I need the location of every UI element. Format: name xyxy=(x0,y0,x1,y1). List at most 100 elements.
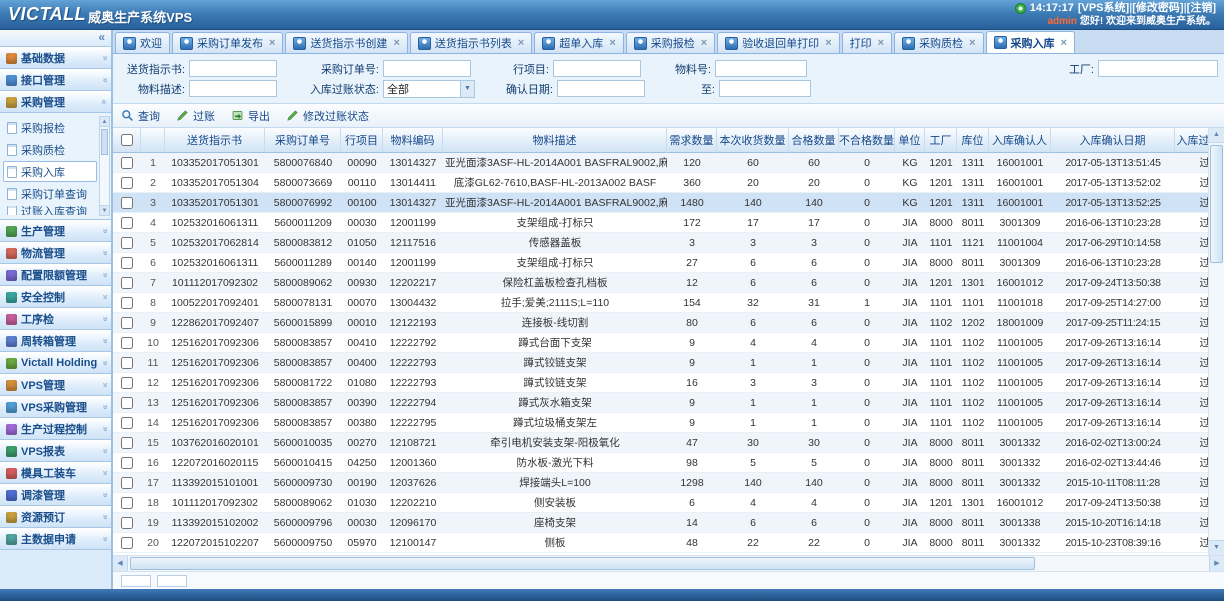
posting-status-select[interactable]: 全部▼ xyxy=(383,80,475,98)
table-row[interactable]: 1810111201709230258000890620103012202210… xyxy=(113,493,1208,513)
line-item-input[interactable] xyxy=(553,60,641,77)
export-button[interactable]: 导出 xyxy=(231,108,270,124)
table-row[interactable]: 1612207201602011556000104150425012001360… xyxy=(113,453,1208,473)
row-checkbox[interactable] xyxy=(121,217,133,229)
table-row[interactable]: 912286201709240756000158990001012122193连… xyxy=(113,313,1208,333)
row-checkbox[interactable] xyxy=(121,537,133,549)
sidebar-collapse-icon[interactable]: « xyxy=(98,30,105,44)
select-all-checkbox[interactable] xyxy=(121,134,133,146)
table-row[interactable]: 1510376201602010156000100350027012108721… xyxy=(113,433,1208,453)
tab-close-icon[interactable]: × xyxy=(701,37,707,49)
sidebar-group-vps-reports[interactable]: VPS报表« xyxy=(0,440,111,462)
sidebar-item-posting-receipt-query[interactable]: 过账入库查询 xyxy=(3,205,97,216)
table-row[interactable]: 2012207201510220756000097500597012100147… xyxy=(113,533,1208,553)
table-row[interactable]: 710111201709230258000890620093012202217保… xyxy=(113,273,1208,293)
row-checkbox[interactable] xyxy=(121,457,133,469)
sidebar-group-production-process-control[interactable]: 生产过程控制« xyxy=(0,418,111,440)
plant-input[interactable] xyxy=(1098,60,1218,77)
row-checkbox[interactable] xyxy=(121,377,133,389)
table-row[interactable]: 1711339201510100156000097300019012037626… xyxy=(113,473,1208,493)
table-row[interactable]: 1012516201709230658000838570041012222792… xyxy=(113,333,1208,353)
sidebar-group-safety-control[interactable]: 安全控制« xyxy=(0,286,111,308)
submenu-scroll-up-icon[interactable]: ▲ xyxy=(100,117,109,127)
sidebar-group-interface-mgmt[interactable]: 接口管理« xyxy=(0,69,111,91)
tab-close-icon[interactable]: × xyxy=(518,37,524,49)
sidebar-group-purchase-mgmt[interactable]: 采购管理« xyxy=(0,91,111,113)
table-row[interactable]: 810052201709240158000781310007013004432拉… xyxy=(113,293,1208,313)
table-row[interactable]: 1412516201709230658000838570038012222795… xyxy=(113,413,1208,433)
modify-posting-status-button[interactable]: 修改过账状态 xyxy=(286,108,369,124)
tab-purchase-order-release[interactable]: 采购订单发布× xyxy=(172,32,283,53)
scroll-up-button[interactable]: ▲ xyxy=(1209,128,1224,143)
material-desc-input[interactable] xyxy=(189,80,277,97)
sidebar-group-master-data-request[interactable]: 主数据申请« xyxy=(0,528,111,550)
tab-close-icon[interactable]: × xyxy=(825,37,831,49)
sidebar-group-process-inspection[interactable]: 工序检« xyxy=(0,308,111,330)
row-checkbox[interactable] xyxy=(121,517,133,529)
tab-welcome[interactable]: 欢迎 xyxy=(115,32,170,53)
table-row[interactable]: 410253201606131156000112090003012001199支… xyxy=(113,213,1208,233)
table-row[interactable]: 1312516201709230658000838570039012222794… xyxy=(113,393,1208,413)
submenu-scrollbar[interactable]: ▲▼ xyxy=(99,116,110,216)
confirm-date-to-input[interactable] xyxy=(719,80,811,97)
sidebar-group-logistics-mgmt[interactable]: 物流管理« xyxy=(0,242,111,264)
row-checkbox[interactable] xyxy=(121,357,133,369)
row-checkbox[interactable] xyxy=(121,297,133,309)
pager-control[interactable] xyxy=(157,575,187,587)
sidebar-group-victall-holding[interactable]: Victall Holding« xyxy=(0,352,111,374)
row-checkbox[interactable] xyxy=(121,177,133,189)
tab-print[interactable]: 打印× xyxy=(842,32,892,53)
table-row[interactable]: 510253201706281458000838120105012117516传… xyxy=(113,233,1208,253)
row-checkbox[interactable] xyxy=(121,317,133,329)
header-link-1[interactable]: [修改密码] xyxy=(1132,2,1183,14)
tab-close-icon[interactable]: × xyxy=(1061,37,1067,49)
horizontal-scrollbar[interactable]: ◀ ▶ xyxy=(113,555,1224,571)
sidebar-group-resource-booking[interactable]: 资源预订« xyxy=(0,506,111,528)
table-row[interactable]: 210335201705130458000736690011013014411底… xyxy=(113,173,1208,193)
table-row[interactable]: 1112516201709230658000838570040012222793… xyxy=(113,353,1208,373)
row-checkbox[interactable] xyxy=(121,437,133,449)
tab-delivery-note-list[interactable]: 送货指示书列表× xyxy=(410,32,532,53)
sidebar-item-purchase-receipt[interactable]: 采购入库 xyxy=(3,161,97,182)
tab-purchase-quality[interactable]: 采购质检× xyxy=(894,32,983,53)
table-row[interactable]: 1212516201709230658000817220108012222793… xyxy=(113,373,1208,393)
sidebar-group-quota-config-mgmt[interactable]: 配置限额管理« xyxy=(0,264,111,286)
horizontal-scrollbar-thumb[interactable] xyxy=(130,557,1035,570)
tab-close-icon[interactable]: × xyxy=(269,37,275,49)
pager-control[interactable] xyxy=(121,575,151,587)
tab-close-icon[interactable]: × xyxy=(393,37,399,49)
vertical-scrollbar[interactable]: ▲ ▼ xyxy=(1208,128,1224,555)
submenu-scroll-down-icon[interactable]: ▼ xyxy=(100,205,109,215)
table-row[interactable]: 310335201705130158000769920010013014327亚… xyxy=(113,193,1208,213)
sidebar-group-vps-purchase-mgmt[interactable]: VPS采购管理« xyxy=(0,396,111,418)
table-row[interactable]: 610253201606131156000112890014012001199支… xyxy=(113,253,1208,273)
row-checkbox[interactable] xyxy=(121,497,133,509)
sidebar-group-basic-data[interactable]: 基础数据« xyxy=(0,47,111,69)
tab-close-icon[interactable]: × xyxy=(609,37,615,49)
row-checkbox[interactable] xyxy=(121,197,133,209)
sidebar-group-mold-tooling-cart[interactable]: 模具工装车« xyxy=(0,462,111,484)
header-link-2[interactable]: [注销] xyxy=(1187,2,1216,14)
tab-close-icon[interactable]: × xyxy=(969,37,975,49)
sidebar-item-purchase-order-query[interactable]: 采购订单查询 xyxy=(3,183,97,204)
sidebar-group-vps-mgmt[interactable]: VPS管理« xyxy=(0,374,111,396)
search-button[interactable]: 查询 xyxy=(121,108,160,124)
row-checkbox[interactable] xyxy=(121,337,133,349)
tab-delivery-note-create[interactable]: 送货指示书创建× xyxy=(285,32,407,53)
scrollbar-thumb[interactable] xyxy=(101,129,108,155)
tab-receipt-return-print[interactable]: 验收退回单打印× xyxy=(717,32,839,53)
row-checkbox[interactable] xyxy=(121,417,133,429)
header-link-0[interactable]: [VPS系统] xyxy=(1078,2,1129,14)
material-no-input[interactable] xyxy=(715,60,807,77)
po-number-input[interactable] xyxy=(383,60,471,77)
sidebar-group-paint-mgmt[interactable]: 调漆管理« xyxy=(0,484,111,506)
row-checkbox[interactable] xyxy=(121,257,133,269)
table-row[interactable]: 110335201705130158000768400009013014327亚… xyxy=(113,153,1208,173)
row-checkbox[interactable] xyxy=(121,397,133,409)
tab-close-icon[interactable]: × xyxy=(878,37,884,49)
scroll-down-button[interactable]: ▼ xyxy=(1209,540,1224,555)
sidebar-item-purchase-inspection[interactable]: 采购报检 xyxy=(3,117,97,138)
tab-over-receipt[interactable]: 超单入库× xyxy=(534,32,623,53)
scroll-left-button[interactable]: ◀ xyxy=(113,556,128,571)
vertical-scrollbar-thumb[interactable] xyxy=(1210,145,1223,263)
